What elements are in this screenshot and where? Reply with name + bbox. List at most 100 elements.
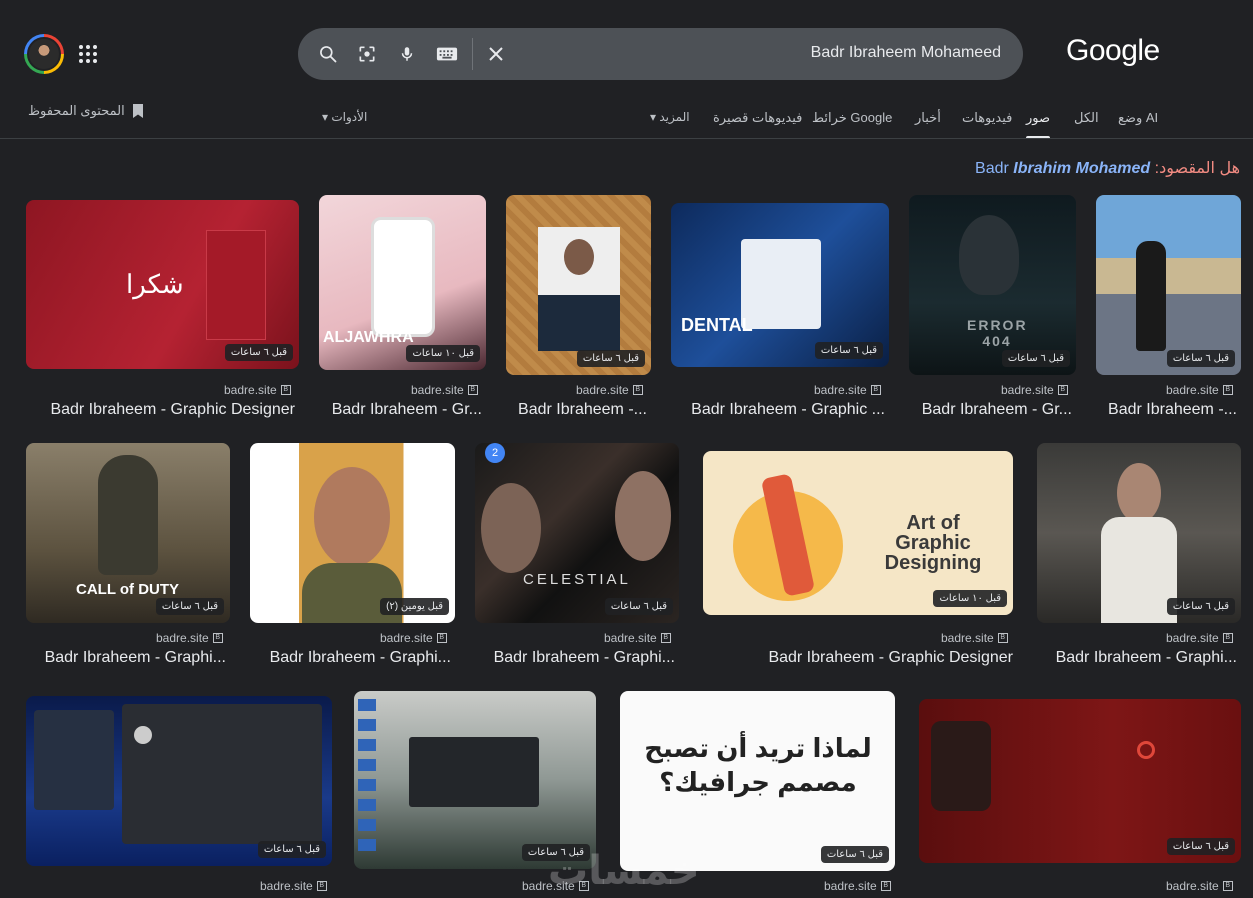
result-thumbnail[interactable]: شكرا قبل ٦ ساعات (26, 200, 299, 369)
site-favicon-icon: B (997, 633, 1008, 643)
result-source[interactable]: badre.site B (260, 879, 327, 893)
result-thumbnail[interactable]: قبل ٦ ساعات (919, 699, 1241, 863)
result-title[interactable]: Badr Ibraheem - Gr... (909, 401, 1072, 419)
site-favicon-icon: B (316, 881, 327, 891)
keyboard-icon[interactable] (435, 42, 459, 66)
site-favicon-icon: B (880, 881, 891, 891)
tab-shorts[interactable]: فيديوهات قصيرة (713, 110, 802, 126)
did-you-mean: هل المقصود: Badr Ibrahim Mohamed (975, 158, 1240, 178)
result-source[interactable]: badre.site B (1166, 383, 1233, 397)
site-favicon-icon: B (1222, 881, 1233, 891)
google-logo[interactable]: Google (1066, 34, 1160, 68)
site-favicon-icon: B (1222, 633, 1233, 643)
time-badge: قبل ٦ ساعات (1166, 838, 1235, 855)
tab-images[interactable]: صور (1026, 110, 1051, 139)
poster-text: Art of Graphic Designing (884, 512, 982, 574)
site-favicon-icon: B (660, 633, 671, 643)
chevron-down-icon: ▾ (322, 110, 329, 124)
result-source[interactable]: badre.site B (941, 631, 1008, 645)
clear-icon[interactable] (484, 42, 508, 66)
poster-text: CELESTIAL (523, 571, 631, 588)
time-badge: قبل ٦ ساعات (576, 350, 645, 367)
result-thumbnail[interactable]: ALJAWHRA قبل ١٠ ساعات (319, 195, 486, 370)
time-badge: قبل ١٠ ساعات (933, 590, 1007, 607)
result-thumbnail[interactable]: قبل ٦ ساعات (506, 195, 651, 375)
result-thumbnail[interactable]: DENTAL قبل ٦ ساعات (671, 203, 889, 367)
result-thumbnail[interactable]: قبل يومين (٢) (250, 443, 455, 623)
result-title[interactable]: Badr Ibraheem -... (506, 401, 647, 419)
result-thumbnail[interactable]: قبل ٦ ساعات (1096, 195, 1241, 375)
time-badge: قبل ٦ ساعات (814, 342, 883, 359)
result-source[interactable]: badre.site B (814, 383, 881, 397)
result-thumbnail[interactable]: قبل ٦ ساعات (354, 691, 596, 869)
result-title[interactable]: Badr Ibraheem - Graphic ... (671, 401, 885, 419)
result-title[interactable]: Badr Ibraheem - Graphi... (1037, 649, 1237, 667)
time-badge: قبل يومين (٢) (380, 598, 449, 615)
result-source[interactable]: badre.site B (224, 383, 291, 397)
watermark: خمسات (548, 849, 700, 893)
more-label: المزيد (659, 110, 690, 124)
poster-text: ERROR 404 (967, 317, 1028, 349)
time-badge: قبل ٦ ساعات (604, 598, 673, 615)
result-source[interactable]: badre.site B (824, 879, 891, 893)
result-thumbnail[interactable]: ERROR 404 قبل ٦ ساعات (909, 195, 1076, 375)
result-title[interactable]: Badr Ibraheem - Graphi... (26, 649, 226, 667)
tab-all[interactable]: الكل (1074, 110, 1099, 126)
search-icon[interactable] (316, 42, 340, 66)
result-source[interactable]: badre.site B (1166, 879, 1233, 893)
microphone-icon[interactable] (395, 42, 419, 66)
result-thumbnail[interactable]: CELESTIAL 2 قبل ٦ ساعات (475, 443, 679, 623)
poster-text: DENTAL (681, 315, 753, 335)
result-thumbnail[interactable]: قبل ٦ ساعات (26, 696, 332, 866)
chevron-down-icon: ▾ (650, 110, 657, 124)
result-source[interactable]: badre.site B (156, 631, 223, 645)
site-favicon-icon: B (632, 385, 643, 395)
site-favicon-icon: B (1222, 385, 1233, 395)
account-avatar[interactable] (24, 34, 64, 74)
site-favicon-icon: B (212, 633, 223, 643)
result-title[interactable]: Badr Ibraheem - Graphic Designer (26, 401, 295, 419)
result-thumbnail[interactable]: لماذا تريد أن تصبح مصمم جرافيك؟ قبل ٦ سا… (620, 691, 895, 871)
did-you-mean-label: هل المقصود: (1154, 160, 1240, 177)
result-source[interactable]: badre.site B (1166, 631, 1233, 645)
apps-grid-icon[interactable] (79, 45, 97, 63)
search-query[interactable]: Badr Ibraheem Mohameed (811, 44, 1001, 62)
lens-icon[interactable] (355, 42, 379, 66)
search-tabs: وضع AI الكل صور فيديوهات أخبار خرائط Goo… (0, 100, 1253, 139)
result-source[interactable]: badre.site B (380, 631, 447, 645)
search-divider (472, 38, 473, 70)
result-title[interactable]: Badr Ibraheem - Graphi... (250, 649, 451, 667)
tools-label: الأدوات (331, 110, 368, 124)
site-favicon-icon: B (436, 633, 447, 643)
result-title[interactable]: Badr Ibraheem - Graphi... (475, 649, 675, 667)
top-bar: Badr Ibraheem Mohameed Google (0, 0, 1253, 100)
tab-maps[interactable]: خرائط Google (812, 110, 892, 126)
time-badge: قبل ٦ ساعات (224, 344, 293, 361)
time-badge: قبل ١٠ ساعات (406, 345, 480, 362)
site-favicon-icon: B (1057, 385, 1068, 395)
result-thumbnail[interactable]: Art of Graphic Designing قبل ١٠ ساعات (703, 451, 1013, 615)
result-source[interactable]: badre.site B (1001, 383, 1068, 397)
site-favicon-icon: B (467, 385, 478, 395)
result-source[interactable]: badre.site B (576, 383, 643, 397)
tools-menu[interactable]: ▾ الأدوات (322, 110, 367, 124)
more-menu[interactable]: ▾ المزيد (650, 110, 690, 124)
result-title[interactable]: Badr Ibraheem - Gr... (319, 401, 482, 419)
result-source[interactable]: badre.site B (604, 631, 671, 645)
header-divider (0, 138, 1253, 139)
time-badge: قبل ٦ ساعات (155, 598, 224, 615)
result-title[interactable]: Badr Ibraheem -... (1096, 401, 1237, 419)
poster-text: CALL of DUTY (76, 581, 180, 598)
tab-news[interactable]: أخبار (915, 110, 941, 126)
result-title[interactable]: Badr Ibraheem - Graphic Designer (703, 649, 1013, 667)
search-box[interactable]: Badr Ibraheem Mohameed (298, 28, 1023, 80)
tab-ai-mode[interactable]: وضع AI (1118, 110, 1158, 126)
site-favicon-icon: B (870, 385, 881, 395)
result-source[interactable]: badre.site B (411, 383, 478, 397)
result-thumbnail[interactable]: CALL of DUTY قبل ٦ ساعات (26, 443, 230, 623)
did-you-mean-suggestion[interactable]: Badr Ibrahim Mohamed (975, 160, 1150, 177)
poster-text: لماذا تريد أن تصبح مصمم جرافيك؟ (644, 733, 872, 797)
time-badge: قبل ٦ ساعات (257, 841, 326, 858)
tab-videos[interactable]: فيديوهات (962, 110, 1012, 126)
result-thumbnail[interactable]: قبل ٦ ساعات (1037, 443, 1241, 623)
